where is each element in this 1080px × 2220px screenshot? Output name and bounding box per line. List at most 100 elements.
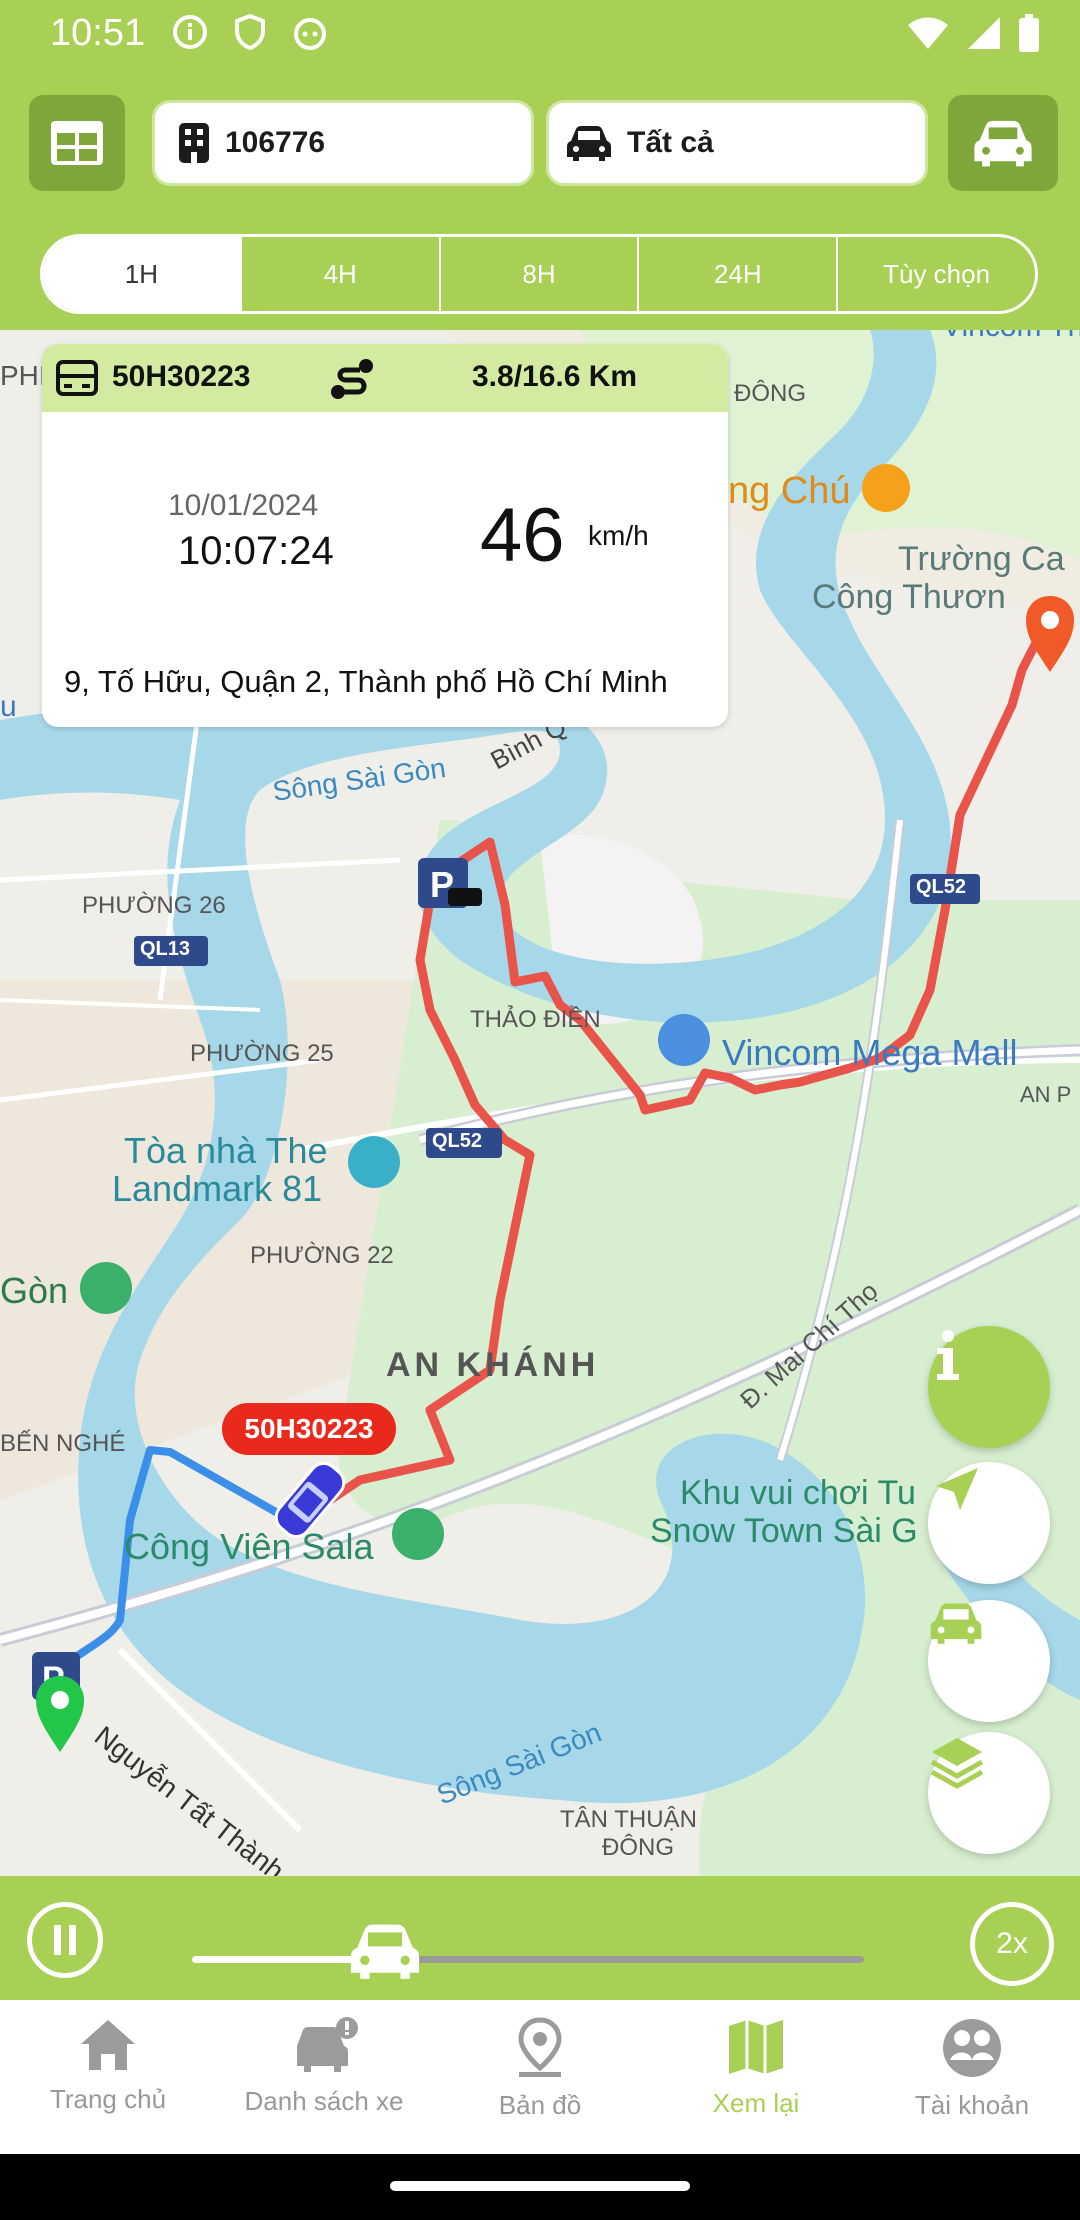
nav-replay[interactable]: Xem lại: [648, 2000, 864, 2154]
vehicle-filter-select[interactable]: Tất cả: [546, 100, 928, 186]
battery-icon: [1019, 14, 1039, 52]
trip-speed-unit: km/h: [588, 520, 649, 551]
vehicle-code-select[interactable]: 106776: [152, 100, 534, 186]
nav-account-label: Tài khoản: [914, 2090, 1030, 2120]
map-label: ng Chú: [728, 470, 851, 512]
grid-view-button[interactable]: [29, 95, 125, 191]
map-label: THẢO ĐIỀN: [470, 1006, 601, 1033]
map-label: QL52: [432, 1130, 483, 1152]
wifi-icon: [908, 17, 948, 49]
shield-icon: [235, 13, 265, 51]
signal-icon: [968, 17, 1000, 49]
gesture-area: [0, 2154, 1080, 2220]
map-label: QL52: [916, 876, 967, 898]
car-alert-icon: [297, 2017, 358, 2072]
vehicle-button[interactable]: [948, 95, 1058, 191]
trip-address: 9, Tố Hữu, Quận 2, Thành phố Hồ Chí Minh: [64, 664, 668, 699]
map-pin-icon: [518, 2017, 562, 2077]
car-icon: [930, 1603, 982, 1644]
map-label: Snow Town Sài G: [650, 1512, 918, 1550]
map-label: Khu vui chơi Tu: [680, 1474, 916, 1512]
route-icon: [331, 359, 373, 399]
trip-info-header: 50H30223 3.8/16.6 Km: [42, 344, 728, 412]
shopping-poi-icon: [658, 1014, 710, 1066]
navigation-arrow-icon: [936, 1468, 978, 1510]
info-button[interactable]: [928, 1326, 1050, 1448]
map-label: u: [0, 690, 17, 723]
status-notification-icons: [170, 12, 330, 52]
building-icon: [179, 123, 209, 163]
nav-home-label: Trang chủ: [49, 2084, 167, 2114]
vehicle-car-icon[interactable]: [260, 1450, 360, 1550]
account-icon: [943, 2019, 1001, 2077]
nav-replay-label: Xem lại: [712, 2088, 800, 2118]
map-label: PHƯỜNG 25: [190, 1040, 334, 1067]
camera-poi-icon: [348, 1136, 400, 1188]
car-icon: [567, 126, 611, 161]
map-label: AN P: [1020, 1082, 1072, 1107]
map-icon: [729, 2020, 783, 2074]
top-toolbar: 106776 Tất cả 1H 4H 8H 24H Tùy chọn: [0, 68, 1080, 330]
map-label: QL13: [140, 938, 191, 960]
map-label: Landmark 81: [112, 1168, 323, 1209]
time-range-selector: 1H 4H 8H 24H Tùy chọn: [40, 234, 1038, 314]
info-icon: [173, 15, 207, 49]
map-label: PHI: [0, 360, 47, 391]
playback-speed-button[interactable]: 2x: [970, 1902, 1054, 1986]
map-label: TÂN THUẬN: [560, 1806, 697, 1833]
map-label: BẾN NGHÉ: [0, 1430, 126, 1457]
trip-info-card: 50H30223 3.8/16.6 Km 10/01/2024 10:07:24…: [42, 344, 728, 727]
time-range-custom[interactable]: Tùy chọn: [836, 237, 1035, 311]
status-system-icons: [906, 14, 1040, 52]
park-poi-icon: [80, 1262, 132, 1314]
car-icon: [974, 120, 1032, 167]
nav-map-label: Bản đồ: [498, 2090, 582, 2120]
table-icon: [51, 121, 103, 165]
nav-vehicle-list-label: Danh sách xe: [244, 2086, 404, 2116]
time-range-4h[interactable]: 4H: [239, 237, 439, 311]
time-range-8h[interactable]: 8H: [438, 237, 638, 311]
status-time: 10:51: [50, 12, 146, 54]
map-label: Trường Ca: [898, 540, 1065, 578]
map-layers-button[interactable]: [928, 1732, 1050, 1854]
vehicle-filter-value: Tất cả: [627, 126, 714, 159]
map-label: Vincom Thủ L: [942, 330, 1080, 344]
pause-button[interactable]: [27, 1902, 103, 1978]
map-label: AN KHÁNH: [386, 1346, 600, 1384]
map-label: Công Thươn: [812, 578, 1006, 616]
bottom-navigation: Trang chủ Danh sách xe Bản đồ Xem lại Tà…: [0, 2000, 1080, 2154]
layers-icon: [930, 1738, 984, 1789]
map-label: PHƯỜNG 26: [82, 892, 226, 919]
nav-home[interactable]: Trang chủ: [0, 2000, 216, 2154]
map-label: Gòn: [0, 1270, 69, 1311]
app-icon: [294, 18, 326, 50]
tree-poi-icon: [392, 1508, 444, 1560]
restaurant-poi-icon: [862, 464, 910, 512]
license-plate-icon: [56, 360, 98, 396]
home-icon: [81, 2020, 135, 2070]
map-label: Tòa nhà The: [124, 1130, 328, 1171]
trip-date: 10/01/2024: [168, 489, 319, 522]
map-label: ĐÔNG: [734, 380, 806, 407]
map-label: ĐÔNG: [602, 1834, 674, 1861]
trip-speed: 46: [480, 493, 565, 578]
info-icon: [937, 1330, 959, 1380]
map-label: Vincom Mega Mall: [722, 1032, 1018, 1073]
playback-controls: 2x: [0, 1876, 1080, 2000]
vehicle-code-value: 106776: [225, 126, 326, 159]
map-label: PHƯỜNG 22: [250, 1242, 394, 1269]
vehicle-tag[interactable]: 50H30223: [222, 1403, 396, 1455]
nav-vehicle-list[interactable]: Danh sách xe: [216, 2000, 432, 2154]
nav-map[interactable]: Bản đồ: [432, 2000, 648, 2154]
follow-vehicle-button[interactable]: [928, 1600, 1050, 1722]
time-range-24h[interactable]: 24H: [637, 237, 836, 311]
trip-distance: 3.8/16.6 Km: [472, 360, 638, 393]
trip-plate: 50H30223: [112, 360, 251, 393]
trip-time: 10:07:24: [178, 529, 334, 573]
nav-account[interactable]: Tài khoản: [864, 2000, 1080, 2154]
time-range-1h[interactable]: 1H: [43, 237, 240, 311]
playback-handle-car-icon[interactable]: [342, 1920, 428, 1982]
locate-button[interactable]: [928, 1462, 1050, 1584]
home-indicator[interactable]: [390, 2181, 690, 2191]
status-bar: 10:51: [0, 0, 1080, 68]
